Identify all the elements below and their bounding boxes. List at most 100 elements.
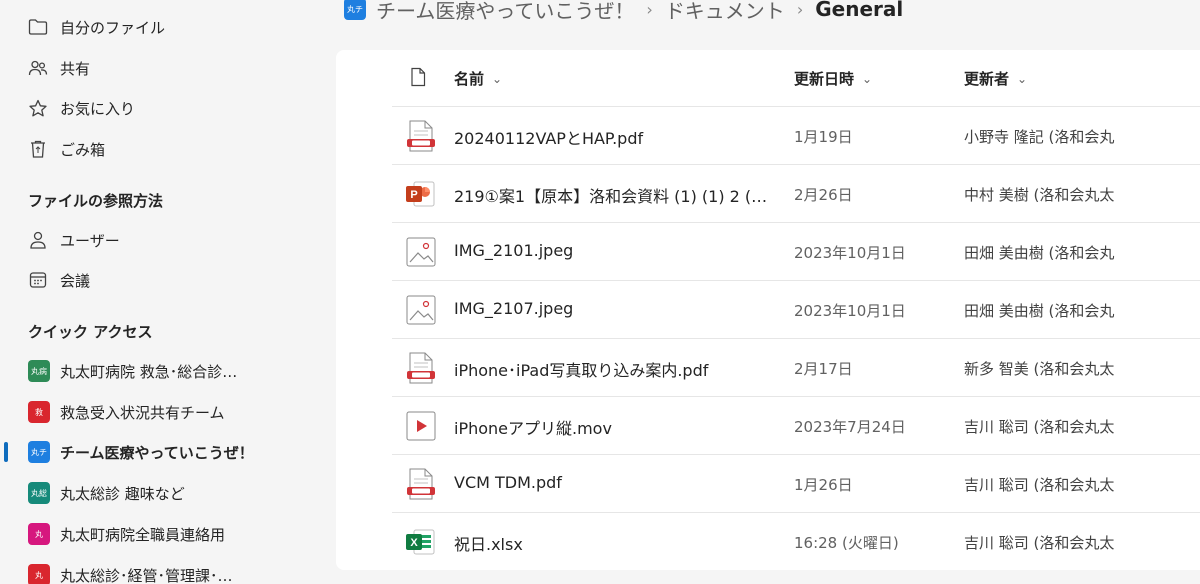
quick-access-label: 丸太総診 趣味など xyxy=(60,484,185,503)
active-indicator xyxy=(4,442,8,462)
image-file-icon xyxy=(406,237,436,267)
table-row[interactable]: P 219①案1【原本】洛和会資料 (1) (1) 2 (1… 2月26日 中村… xyxy=(392,164,1200,222)
quick-access-item[interactable]: 丸 丸太町病院全職員連絡用 xyxy=(28,522,225,546)
file-name[interactable]: iPhoneアプリ縦.mov xyxy=(454,415,772,439)
sidebar-item-label: 自分のファイル xyxy=(60,18,166,37)
file-name[interactable]: 20240112VAPとHAP.pdf xyxy=(454,125,772,149)
quick-access-label: 救急受入状況共有チーム xyxy=(60,403,225,422)
quick-access-label: チーム医療やっていこうぜ！ xyxy=(60,443,254,462)
column-header-label: 更新者 xyxy=(964,70,1010,88)
svg-text:X: X xyxy=(410,537,418,549)
quick-access-label: 丸太町病院全職員連絡用 xyxy=(60,525,226,544)
team-badge-icon: 丸チ xyxy=(28,441,50,463)
sidebar-item-meetings[interactable]: 会議 xyxy=(28,268,90,292)
team-badge-icon: 救 xyxy=(28,401,50,423)
people-icon xyxy=(28,58,48,78)
sidebar-item-label: 共有 xyxy=(60,59,91,78)
file-modified-date: 2023年7月24日 xyxy=(794,418,906,436)
svg-text:P: P xyxy=(410,189,417,201)
quick-access-item-active[interactable]: 丸チ チーム医療やっていこうぜ！ xyxy=(28,440,254,464)
browse-section-title: ファイルの参照方法 xyxy=(28,192,164,210)
person-icon xyxy=(28,230,48,250)
file-modified-by: 吉川 聡司 (洛和会丸太 xyxy=(964,418,1115,436)
file-list: 名前 ⌄ 更新日時 ⌄ 更新者 ⌄ 20240112VAPとHAP.pdf 1月… xyxy=(336,50,1200,570)
quick-access-item[interactable]: 丸 丸太総診･経管･管理課･… xyxy=(28,563,233,584)
file-modified-by: 田畑 美由樹 (洛和会丸 xyxy=(964,244,1115,262)
sidebar-item-label: 会議 xyxy=(60,271,91,290)
pdf-file-icon xyxy=(407,120,435,152)
excel-file-icon: X xyxy=(406,529,435,555)
star-icon xyxy=(28,98,48,118)
file-modified-by: 小野寺 隆記 (洛和会丸 xyxy=(964,128,1115,146)
image-file-icon xyxy=(406,295,436,325)
file-modified-date: 1月19日 xyxy=(794,128,853,146)
breadcrumb: 丸チ チーム医療やっていこうぜ！ › ドキュメント › General xyxy=(344,0,903,24)
powerpoint-file-icon: P xyxy=(406,181,435,207)
file-modified-date: 2023年10月1日 xyxy=(794,302,906,320)
column-header-modified-by[interactable]: 更新者 ⌄ xyxy=(964,68,1027,89)
file-modified-date: 2月26日 xyxy=(794,186,853,204)
sidebar-item-shared[interactable]: 共有 xyxy=(28,56,90,80)
file-modified-by: 吉川 聡司 (洛和会丸太 xyxy=(964,534,1115,552)
team-badge-icon: 丸 xyxy=(28,523,50,545)
file-modified-by: 田畑 美由樹 (洛和会丸 xyxy=(964,302,1115,320)
quick-access-label: 丸太総診･経管･管理課･… xyxy=(60,566,233,584)
chevron-down-icon: ⌄ xyxy=(492,71,503,86)
quick-access-title: クイック アクセス xyxy=(28,323,153,341)
team-badge-icon: 丸 xyxy=(28,564,50,584)
file-modified-by: 吉川 聡司 (洛和会丸太 xyxy=(964,476,1115,494)
file-modified-date: 2月17日 xyxy=(794,360,853,378)
chevron-right-icon: › xyxy=(796,0,804,19)
chevron-right-icon: › xyxy=(646,0,653,19)
quick-access-item[interactable]: 丸総 丸太総診 趣味など xyxy=(28,481,185,505)
sidebar-item-label: お気に入り xyxy=(60,99,136,118)
recycle-bin-icon xyxy=(28,139,48,159)
sidebar-item-label: ユーザー xyxy=(60,231,120,250)
chevron-down-icon: ⌄ xyxy=(862,71,873,86)
file-name[interactable]: IMG_2107.jpeg xyxy=(454,299,772,318)
breadcrumb-item-team[interactable]: チーム医療やっていこうぜ！ xyxy=(376,0,634,24)
quick-access-item[interactable]: 救 救急受入状況共有チーム xyxy=(28,400,225,424)
file-name[interactable]: IMG_2101.jpeg xyxy=(454,241,772,260)
column-header-label: 名前 xyxy=(454,70,485,88)
chevron-down-icon: ⌄ xyxy=(1017,71,1028,86)
calendar-icon xyxy=(28,270,48,290)
sidebar-item-label: ごみ箱 xyxy=(60,140,106,159)
sidebar-item-recycle-bin[interactable]: ごみ箱 xyxy=(28,137,105,161)
table-row[interactable]: iPhoneアプリ縦.mov 2023年7月24日 吉川 聡司 (洛和会丸太 xyxy=(392,396,1200,454)
column-header-name[interactable]: 名前 ⌄ xyxy=(454,68,502,89)
table-row[interactable]: iPhone･iPad写真取り込み案内.pdf 2月17日 新多 智美 (洛和会… xyxy=(392,338,1200,396)
sidebar-item-favorites[interactable]: お気に入り xyxy=(28,96,135,120)
breadcrumb-item-current: General xyxy=(815,0,904,21)
file-name[interactable]: iPhone･iPad写真取り込み案内.pdf xyxy=(454,357,772,381)
file-modified-by: 新多 智美 (洛和会丸太 xyxy=(964,360,1115,378)
file-modified-date: 16:28 (火曜日) xyxy=(794,534,899,552)
sidebar-item-my-files[interactable]: 自分のファイル xyxy=(28,15,165,39)
file-modified-by: 中村 美樹 (洛和会丸太 xyxy=(964,186,1115,204)
file-name[interactable]: 祝日.xlsx xyxy=(454,531,772,555)
pdf-file-icon xyxy=(407,468,435,500)
file-name[interactable]: 219①案1【原本】洛和会資料 (1) (1) 2 (1… xyxy=(454,183,772,207)
video-file-icon xyxy=(406,411,436,441)
breadcrumb-item-documents[interactable]: ドキュメント xyxy=(665,0,785,24)
file-modified-date: 1月26日 xyxy=(794,476,853,494)
file-list-header: 名前 ⌄ 更新日時 ⌄ 更新者 ⌄ xyxy=(336,50,1200,106)
quick-access-item[interactable]: 丸病 丸太町病院 救急･総合診… xyxy=(28,359,237,383)
column-header-modified[interactable]: 更新日時 ⌄ xyxy=(794,68,872,89)
column-header-label: 更新日時 xyxy=(794,70,855,88)
quick-access-label: 丸太町病院 救急･総合診… xyxy=(60,362,238,381)
team-badge-icon: 丸チ xyxy=(344,0,366,20)
table-row[interactable]: IMG_2101.jpeg 2023年10月1日 田畑 美由樹 (洛和会丸 xyxy=(392,222,1200,280)
file-modified-date: 2023年10月1日 xyxy=(794,244,906,262)
sidebar: 自分のファイル 共有 お気に入り ごみ箱 ファイルの参照方法 ユーザー 会議 ク… xyxy=(0,0,320,584)
file-name[interactable]: VCM TDM.pdf xyxy=(454,473,772,492)
table-row[interactable]: IMG_2107.jpeg 2023年10月1日 田畑 美由樹 (洛和会丸 xyxy=(392,280,1200,338)
team-badge-icon: 丸総 xyxy=(28,482,50,504)
pdf-file-icon xyxy=(407,352,435,384)
table-row[interactable]: VCM TDM.pdf 1月26日 吉川 聡司 (洛和会丸太 xyxy=(392,454,1200,512)
table-row[interactable]: 20240112VAPとHAP.pdf 1月19日 小野寺 隆記 (洛和会丸 xyxy=(392,106,1200,164)
sidebar-item-people[interactable]: ユーザー xyxy=(28,228,120,252)
file-type-icon[interactable] xyxy=(410,67,426,87)
table-row[interactable]: X 祝日.xlsx 16:28 (火曜日) 吉川 聡司 (洛和会丸太 xyxy=(392,512,1200,570)
team-badge-icon: 丸病 xyxy=(28,360,50,382)
